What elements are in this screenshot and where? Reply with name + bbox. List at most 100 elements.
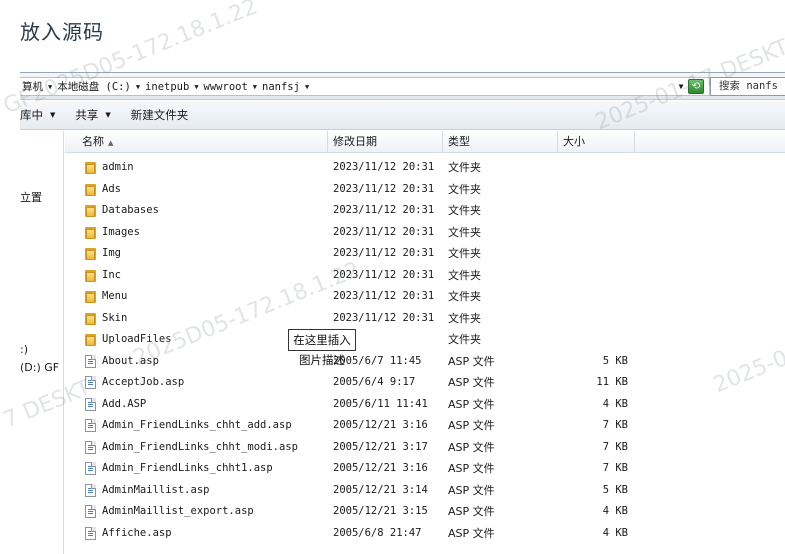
nav-item-drive-d[interactable]: (D:) GF xyxy=(20,361,59,374)
chevron-right-icon[interactable]: ▼ xyxy=(45,83,55,91)
nav-item-location[interactable]: 立置 xyxy=(20,189,42,205)
file-date: 2023/11/12 20:31 xyxy=(333,311,435,324)
file-size xyxy=(555,308,628,330)
file-date: 2005/12/21 3:14 xyxy=(333,483,428,496)
file-row[interactable]: Add.ASP 2005/6/11 11:41 ASP 文件 4 KB xyxy=(65,394,785,416)
folder-row[interactable]: Menu 2023/11/12 20:31 文件夹 xyxy=(65,286,785,308)
folder-row[interactable]: Skin 2023/11/12 20:31 文件夹 xyxy=(65,308,785,330)
file-type: ASP 文件 xyxy=(448,462,495,475)
file-name: Admin_FriendLinks_chht_add.asp xyxy=(102,419,292,431)
folder-row[interactable]: Img 2023/11/12 20:31 文件夹 xyxy=(65,243,785,265)
chevron-right-icon[interactable]: ▼ xyxy=(191,83,201,91)
folder-row[interactable]: Inc 2023/11/12 20:31 文件夹 xyxy=(65,265,785,287)
file-date: 2023/11/12 20:31 xyxy=(333,268,435,281)
folder-row[interactable]: admin 2023/11/12 20:31 文件夹 xyxy=(65,157,785,179)
breadcrumb[interactable]: 算机 ▼ 本地磁盘 (C:) ▼ inetpub ▼ wwwroot ▼ nan… xyxy=(20,77,710,96)
folder-icon xyxy=(85,226,98,239)
refresh-icon: ⟲ xyxy=(691,81,701,92)
include-in-library-button[interactable]: 库中 ▼ xyxy=(20,107,55,123)
file-row[interactable]: AcceptJob.asp 2005/6/4 9:17 ASP 文件 11 KB xyxy=(65,372,785,394)
column-size-label: 大小 xyxy=(563,135,585,148)
column-header-size[interactable]: 大小 xyxy=(558,131,635,153)
chevron-right-icon[interactable]: ▼ xyxy=(302,83,312,91)
file-size: 4 KB xyxy=(602,526,628,539)
file-size xyxy=(555,286,628,308)
command-bar: 库中 ▼ 共享 ▼ 新建文件夹 xyxy=(20,101,785,130)
file-date: 2005/12/21 3:16 xyxy=(333,419,428,431)
address-history-dropdown-icon[interactable]: ▼ xyxy=(674,77,688,96)
file-size: 5 KB xyxy=(602,483,628,496)
file-date: 2023/11/12 20:31 xyxy=(333,225,435,238)
crumb-local-disk[interactable]: 本地磁盘 (C:) xyxy=(55,79,133,94)
file-size: 7 KB xyxy=(602,440,628,453)
file-size xyxy=(555,329,628,351)
file-row[interactable]: Admin_FriendLinks_chht1.asp 2005/12/21 3:… xyxy=(65,458,785,480)
file-name: Img xyxy=(102,247,121,259)
new-folder-label: 新建文件夹 xyxy=(130,108,189,122)
file-size xyxy=(555,243,628,265)
file-row[interactable]: Admin_FriendLinks_chht_add.asp 2005/12/21… xyxy=(65,415,785,437)
asp-file-icon xyxy=(85,397,98,411)
file-size: 7 KB xyxy=(602,419,628,431)
page-title: 放入源码 xyxy=(20,20,104,44)
asp-file-icon xyxy=(85,505,98,518)
folder-row[interactable]: Ads 2023/11/12 20:31 文件夹 xyxy=(65,179,785,201)
column-header-name[interactable]: 名称 ▲ xyxy=(65,131,328,153)
crumb-nanfsj[interactable]: nanfsj xyxy=(260,81,302,93)
file-name: Ads xyxy=(102,182,121,195)
file-date: 2023/11/12 20:31 xyxy=(333,161,435,173)
folder-row[interactable]: Databases 2023/11/12 20:31 文件夹 xyxy=(65,200,785,222)
file-date: 2023/11/12 20:31 xyxy=(333,247,435,259)
file-type: 文件夹 xyxy=(448,247,481,260)
column-header-type[interactable]: 类型 xyxy=(443,131,558,153)
nav-item-drive-c[interactable]: :) xyxy=(20,343,28,356)
file-type: 文件夹 xyxy=(448,333,481,346)
asp-file-icon xyxy=(85,440,98,454)
asp-file-icon xyxy=(85,354,98,368)
file-size: 7 KB xyxy=(602,462,628,474)
folder-row[interactable]: Images 2023/11/12 20:31 文件夹 xyxy=(65,222,785,244)
chevron-right-icon[interactable]: ▼ xyxy=(250,83,260,91)
file-name: admin xyxy=(102,161,134,173)
folder-icon xyxy=(85,312,98,325)
file-date: 2005/6/8 21:47 xyxy=(333,526,422,539)
file-date: 2005/6/7 11:45 xyxy=(333,354,422,367)
folder-icon xyxy=(85,269,98,282)
crumb-inetpub[interactable]: inetpub xyxy=(143,81,191,93)
file-name: AdminMaillist_export.asp xyxy=(102,505,254,517)
file-size: 4 KB xyxy=(602,397,628,410)
file-row[interactable]: Admin_FriendLinks_chht_modi.asp 2005/12/2… xyxy=(65,437,785,459)
file-name: Databases xyxy=(102,204,159,216)
search-input[interactable]: 搜索 nanfs xyxy=(710,77,785,96)
file-name: Skin xyxy=(102,311,128,324)
refresh-button[interactable]: ⟲ xyxy=(688,79,704,94)
explorer-window: 算机 ▼ 本地磁盘 (C:) ▼ inetpub ▼ wwwroot ▼ nan… xyxy=(20,72,785,554)
new-folder-button[interactable]: 新建文件夹 xyxy=(131,107,189,123)
column-header-date[interactable]: 修改日期 xyxy=(328,131,443,153)
image-description-tooltip: 在这里插入图片描述 xyxy=(288,329,356,367)
asp-file-icon xyxy=(85,419,98,432)
search-placeholder: 搜索 nanfs xyxy=(719,80,778,92)
file-type: 文件夹 xyxy=(448,204,481,217)
asp-file-icon xyxy=(85,483,98,497)
asp-file-icon xyxy=(85,526,98,540)
file-date: 2005/6/11 11:41 xyxy=(333,397,428,410)
file-list-pane: 名称 ▲ 修改日期 类型 大小 admin 2023/11/12 20:31 文件夹 A… xyxy=(65,131,785,554)
file-row[interactable]: AdminMaillist.asp 2005/12/21 3:14 ASP 文件 5 … xyxy=(65,480,785,502)
file-row[interactable]: About.asp 2005/6/7 11:45 ASP 文件 5 KB xyxy=(65,351,785,373)
share-button[interactable]: 共享 ▼ xyxy=(75,107,110,123)
crumb-wwwroot[interactable]: wwwroot xyxy=(202,81,250,93)
file-size xyxy=(555,265,628,287)
file-row[interactable]: Affiche.asp 2005/6/8 21:47 ASP 文件 4 KB xyxy=(65,523,785,545)
folder-icon xyxy=(85,161,98,174)
file-row[interactable]: AdminMaillist_export.asp 2005/12/21 3:15 A… xyxy=(65,501,785,523)
chevron-down-icon: ▼ xyxy=(50,111,56,119)
folder-icon xyxy=(85,333,98,346)
crumb-computer[interactable]: 算机 xyxy=(20,79,45,94)
file-type: ASP 文件 xyxy=(448,483,495,497)
folder-icon xyxy=(85,247,98,260)
file-size: 5 KB xyxy=(602,354,628,367)
chevron-right-icon[interactable]: ▼ xyxy=(133,83,143,91)
folder-row[interactable]: UploadFiles:31文件夹 xyxy=(65,329,785,351)
file-name: About.asp xyxy=(102,354,159,367)
